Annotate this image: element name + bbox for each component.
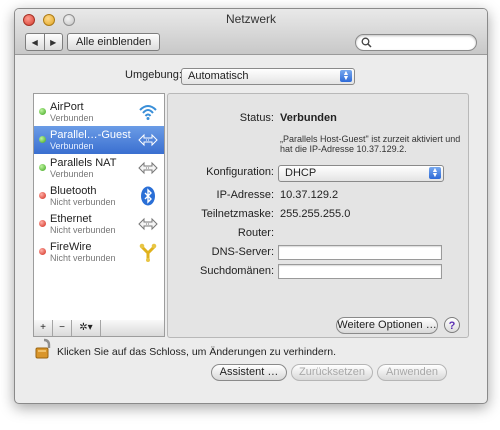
forward-button[interactable]: ▶ [43, 34, 63, 50]
configuration-popup[interactable]: DHCP ▲ ▼ [278, 165, 444, 182]
lock-hint: Klicken Sie auf das Schloss, um Änderung… [57, 346, 336, 358]
popup-arrows-icon: ▲ ▼ [429, 167, 441, 179]
ethernet-arrows-icon [138, 161, 158, 175]
window-title: Netzwerk [225, 12, 276, 26]
status-dot-icon [39, 164, 46, 171]
service-item-ethernet[interactable]: Ethernet Nicht verbunden [34, 210, 164, 238]
show-all-button[interactable]: Alle einblenden [67, 33, 161, 51]
back-button[interactable]: ◀ [26, 34, 44, 50]
apply-button[interactable]: Anwenden [377, 364, 447, 381]
assistant-button[interactable]: Assistent … [211, 364, 287, 381]
service-item-airport[interactable]: AirPort Verbunden [34, 98, 164, 126]
service-item-parallels-nat[interactable]: Parallels NAT Verbunden [34, 154, 164, 182]
back-arrow-icon: ◀ [31, 37, 38, 47]
search-icon [361, 37, 372, 48]
service-status: Verbunden [50, 169, 94, 179]
location-label: Umgebung: [125, 69, 182, 81]
service-list-toolbar: + − ✲▾ [33, 320, 165, 337]
search-domains-field[interactable] [278, 264, 442, 279]
firewire-icon [139, 243, 157, 262]
status-value: Verbunden [280, 112, 337, 124]
subnet-mask-value: 255.255.255.0 [280, 208, 351, 220]
ethernet-arrows-icon [138, 217, 158, 231]
network-preferences-window: Netzwerk ◀ ▶ Alle einblenden Umgebung: A… [14, 8, 488, 404]
location-popup[interactable]: Automatisch ▲ ▼ [181, 68, 355, 85]
status-note: „Parallels Host-Guest" ist zurzeit aktiv… [280, 134, 461, 154]
status-dot-icon [39, 136, 46, 143]
status-label: Status: [239, 112, 274, 124]
dns-server-label: DNS-Server: [211, 246, 274, 258]
service-name: Parallels NAT [50, 157, 117, 169]
advanced-options-button[interactable]: Weitere Optionen … [336, 317, 438, 334]
title-bar: Netzwerk ◀ ▶ Alle einblenden [15, 9, 487, 55]
service-name: FireWire [50, 241, 92, 253]
ethernet-arrows-icon [138, 133, 158, 147]
forward-arrow-icon: ▶ [50, 37, 57, 47]
popup-arrows-icon: ▲ ▼ [340, 70, 352, 82]
action-menu-button[interactable]: ✲▾ [72, 320, 101, 336]
service-item-parallels-guest[interactable]: Parallel…-Guest Verbunden [34, 126, 164, 154]
configuration-label: Konfiguration: [206, 166, 274, 178]
wifi-icon [139, 105, 157, 120]
back-forward-control: ◀ ▶ [25, 33, 63, 51]
bluetooth-icon [141, 186, 155, 206]
service-detail-panel: Status: Verbunden „Parallels Host-Guest"… [167, 93, 469, 338]
service-name: AirPort [50, 101, 84, 113]
service-status: Nicht verbunden [50, 253, 116, 263]
service-item-firewire[interactable]: FireWire Nicht verbunden [34, 238, 164, 266]
status-dot-icon [39, 108, 46, 115]
service-status: Verbunden [50, 113, 94, 123]
service-status: Nicht verbunden [50, 225, 116, 235]
add-service-button[interactable]: + [34, 320, 53, 336]
configuration-value: DHCP [285, 167, 317, 179]
dns-server-field[interactable] [278, 245, 442, 260]
search-field[interactable] [355, 34, 477, 51]
status-dot-icon [39, 248, 46, 255]
subnet-mask-label: Teilnetzmaske: [201, 208, 274, 220]
remove-service-button[interactable]: − [53, 320, 72, 336]
service-item-bluetooth[interactable]: Bluetooth Nicht verbunden [34, 182, 164, 210]
service-name: Ethernet [50, 213, 92, 225]
service-name: Bluetooth [50, 185, 97, 197]
service-status: Nicht verbunden [50, 197, 116, 207]
service-list: AirPort Verbunden Parallel…-Guest Verbun… [33, 93, 165, 321]
status-dot-icon [39, 220, 46, 227]
lock-icon[interactable] [35, 338, 53, 360]
status-dot-icon [39, 192, 46, 199]
help-button[interactable]: ? [444, 317, 460, 333]
search-domains-label: Suchdomänen: [200, 265, 274, 277]
service-status: Verbunden [50, 141, 94, 151]
revert-button[interactable]: Zurücksetzen [291, 364, 373, 381]
service-name: Parallel…-Guest [50, 129, 131, 141]
location-value: Automatisch [188, 70, 249, 82]
ip-address-label: IP-Adresse: [216, 189, 274, 201]
router-label: Router: [237, 227, 274, 239]
ip-address-value: 10.37.129.2 [280, 189, 339, 201]
